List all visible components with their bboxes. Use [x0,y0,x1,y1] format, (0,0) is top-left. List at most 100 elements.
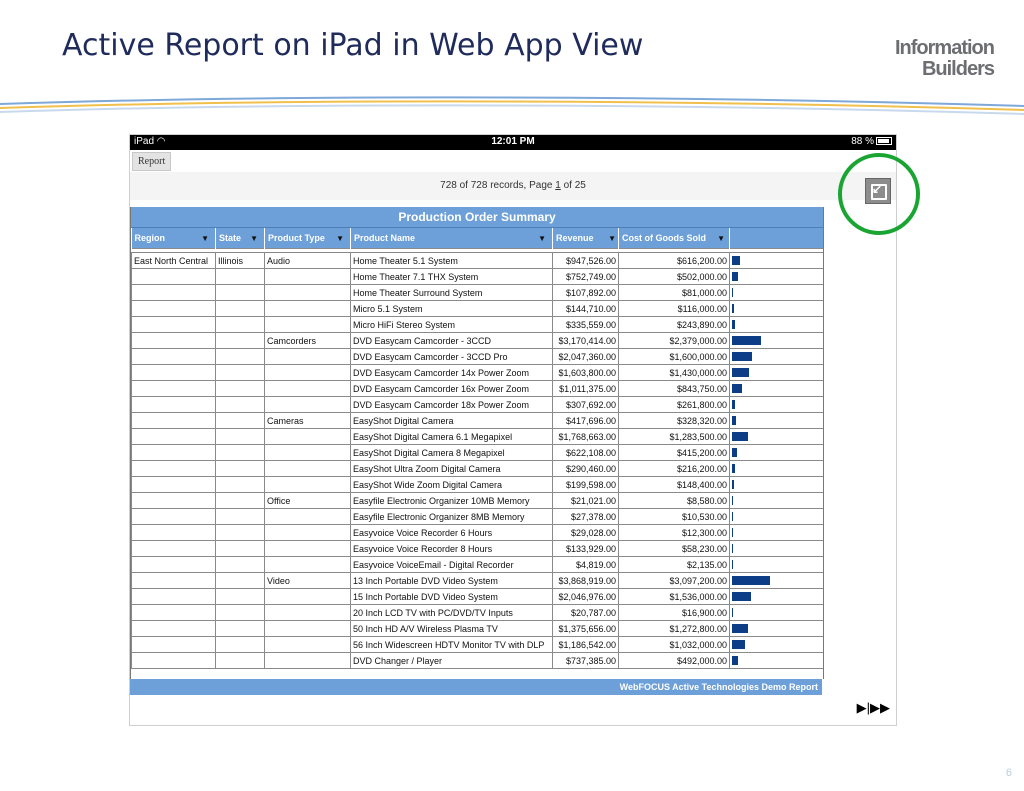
header-row: Region ▼ State ▼ Product Type ▼ Product Nam… [131,228,823,249]
cell-product-name: EasyShot Digital Camera 8 Megapixel [350,444,553,461]
cell-state [215,444,265,461]
restore-view-icon[interactable] [865,178,891,204]
table-row[interactable]: 20 Inch LCD TV with PC/DVD/TV Inputs $20,… [131,604,823,621]
table-row[interactable]: EasyShot Wide Zoom Digital Camera $199,59… [131,476,823,493]
cell-cost: $116,000.00 [618,300,730,317]
cell-cost: $12,300.00 [618,524,730,541]
cell-bar [729,572,823,589]
sort-down-icon[interactable]: ▼ [336,234,344,243]
cell-bar [729,412,823,429]
page-total: of 25 [563,180,586,191]
table-row[interactable]: EasyShot Ultra Zoom Digital Camera $290,4… [131,460,823,477]
table-body: East North Central Illinois Audio Home Thea… [131,252,823,669]
cell-revenue: $21,021.00 [552,492,619,509]
cell-product-type: Audio [264,252,351,269]
sort-down-icon[interactable]: ▼ [201,234,209,243]
cell-bar [729,540,823,557]
table-row[interactable]: 15 Inch Portable DVD Video System $2,046,… [131,588,823,605]
cell-cost: $502,000.00 [618,268,730,285]
cell-cost: $81,000.00 [618,284,730,301]
tab-bar: Report [130,150,896,172]
cell-state [215,460,265,477]
cell-product-type [264,524,351,541]
tab-report[interactable]: Report [132,152,172,171]
report-caption: Production Order Summary [131,207,823,228]
cell-bar [729,444,823,461]
cell-region [131,396,216,413]
cell-product-type [264,508,351,525]
table-row[interactable]: Home Theater 7.1 THX System $752,749.00 $5… [131,268,823,285]
table-row[interactable]: 50 Inch HD A/V Wireless Plasma TV $1,375,… [131,620,823,637]
next-last-page-icon[interactable]: ▶|▶▶ [857,700,890,716]
cell-bar [729,332,823,349]
cell-bar [729,476,823,493]
table-row[interactable]: Micro HiFi Stereo System $335,559.00 $243,… [131,316,823,333]
table-row[interactable]: Micro 5.1 System $144,710.00 $116,000.00 [131,300,823,317]
table-row[interactable]: East North Central Illinois Audio Home Thea… [131,252,823,269]
cell-product-name: 15 Inch Portable DVD Video System [350,588,553,605]
cell-product-name: DVD Changer / Player [350,652,553,669]
column-header-product-type[interactable]: Product Type ▼ [264,228,351,249]
revenue-bar [732,592,751,601]
cell-state [215,524,265,541]
sort-down-icon[interactable]: ▼ [250,234,258,243]
cell-state [215,540,265,557]
cell-revenue: $290,460.00 [552,460,619,477]
table-row[interactable]: Easyvoice Voice Recorder 8 Hours $133,929… [131,540,823,557]
cell-cost: $16,900.00 [618,604,730,621]
sort-down-icon[interactable]: ▼ [538,234,546,243]
cell-state [215,556,265,573]
table-row[interactable]: EasyShot Digital Camera 6.1 Megapixel $1,… [131,428,823,445]
sort-down-icon[interactable]: ▼ [717,234,725,243]
sort-down-icon[interactable]: ▼ [608,234,616,243]
cell-cost: $58,230.00 [618,540,730,557]
revenue-bar [732,368,749,377]
table-row[interactable]: DVD Changer / Player $737,385.00 $492,000.… [131,652,823,669]
revenue-bar [732,560,733,569]
table-row[interactable]: DVD Easycam Camcorder 14x Power Zoom $1,6… [131,364,823,381]
cell-product-type [264,604,351,621]
revenue-bar [732,496,733,505]
cell-state [215,492,265,509]
cell-bar [729,460,823,477]
column-header-state[interactable]: State ▼ [215,228,265,249]
cell-region [131,524,216,541]
column-header-cost[interactable]: Cost of Goods Sold ▼ [618,228,730,249]
column-header-product-name[interactable]: Product Name ▼ [350,228,553,249]
cell-product-type [264,284,351,301]
cell-cost: $261,800.00 [618,396,730,413]
cell-region [131,572,216,589]
cell-revenue: $2,046,976.00 [552,588,619,605]
cell-revenue: $3,170,414.00 [552,332,619,349]
page-number-link[interactable]: 1 [555,180,561,191]
table-row[interactable]: Cameras EasyShot Digital Camera $417,696.0… [131,412,823,429]
table-row[interactable]: Office Easyfile Electronic Organizer 10MB… [131,492,823,509]
cell-cost: $492,000.00 [618,652,730,669]
cell-product-type [264,396,351,413]
table-row[interactable]: Camcorders DVD Easycam Camcorder - 3CCD $3… [131,332,823,349]
table-row[interactable]: EasyShot Digital Camera 8 Megapixel $622,… [131,444,823,461]
ipad-screen: iPad ◠ 12:01 PM 88 % Report 728 of 728 r… [129,134,897,726]
cell-revenue: $144,710.00 [552,300,619,317]
cell-bar [729,556,823,573]
cell-region [131,556,216,573]
cell-product-name: 56 Inch Widescreen HDTV Monitor TV with … [350,636,553,653]
ios-status-bar: iPad ◠ 12:01 PM 88 % [130,135,896,150]
column-header-revenue[interactable]: Revenue ▼ [552,228,619,249]
table-row[interactable]: DVD Easycam Camcorder 18x Power Zoom $307… [131,396,823,413]
table-row[interactable]: Easyvoice Voice Recorder 6 Hours $29,028.… [131,524,823,541]
cell-region [131,444,216,461]
table-row[interactable]: 56 Inch Widescreen HDTV Monitor TV with … [131,636,823,653]
table-row[interactable]: Video 13 Inch Portable DVD Video System $3… [131,572,823,589]
cell-cost: $3,097,200.00 [618,572,730,589]
column-header-region[interactable]: Region ▼ [131,228,216,249]
revenue-bar [732,432,748,441]
table-row[interactable]: DVD Easycam Camcorder - 3CCD Pro $2,047,3… [131,348,823,365]
cell-bar [729,492,823,509]
cell-region [131,412,216,429]
cell-region [131,620,216,637]
table-row[interactable]: DVD Easycam Camcorder 16x Power Zoom $1,0… [131,380,823,397]
table-row[interactable]: Easyfile Electronic Organizer 8MB Memory… [131,508,823,525]
table-row[interactable]: Home Theater Surround System $107,892.00 $… [131,284,823,301]
table-row[interactable]: Easyvoice VoiceEmail - Digital Recorder $… [131,556,823,573]
